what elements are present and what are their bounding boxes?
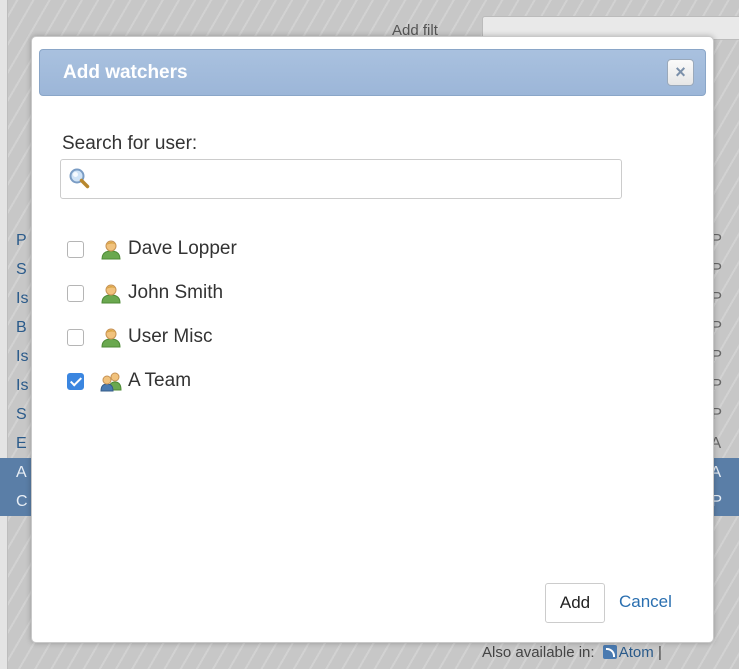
user-name: User Misc: [128, 326, 213, 347]
bg-separator: |: [657, 644, 662, 661]
bg-also-available-label: Also available in:: [482, 644, 595, 661]
cancel-link[interactable]: Cancel: [619, 592, 672, 612]
add-watchers-dialog: Add watchers × Search for user: Dave Lop…: [31, 36, 714, 643]
checkbox-john-smith[interactable]: [67, 284, 84, 302]
dialog-title: Add watchers: [63, 62, 188, 83]
checkbox-dave-lopper[interactable]: [67, 240, 84, 258]
bg-atom-link: Atom: [618, 644, 654, 661]
dialog-header: Add watchers ×: [39, 49, 706, 96]
user-option-dave-lopper[interactable]: Dave Lopper: [67, 227, 237, 271]
user-icon: [101, 240, 121, 260]
feed-icon: [602, 645, 617, 659]
search-box[interactable]: [60, 159, 622, 199]
group-icon: [100, 372, 122, 392]
user-name: John Smith: [128, 282, 224, 303]
user-list: Dave Lopper John Smith User Misc A Team: [67, 227, 237, 403]
search-icon: [69, 168, 90, 189]
user-name: A Team: [128, 370, 192, 391]
user-name: Dave Lopper: [128, 238, 237, 259]
search-input[interactable]: [97, 164, 617, 194]
close-icon: ×: [675, 62, 686, 82]
search-label: Search for user:: [62, 133, 198, 154]
user-option-a-team[interactable]: A Team: [67, 359, 237, 403]
checkbox-a-team[interactable]: [67, 372, 84, 390]
user-icon: [101, 284, 121, 304]
bg-also-available: Also available in: Atom |: [482, 644, 662, 661]
close-button[interactable]: ×: [667, 59, 694, 86]
user-icon: [101, 328, 121, 348]
add-button[interactable]: Add: [545, 583, 605, 623]
user-option-user-misc[interactable]: User Misc: [67, 315, 237, 359]
user-option-john-smith[interactable]: John Smith: [67, 271, 237, 315]
checkbox-user-misc[interactable]: [67, 328, 84, 346]
